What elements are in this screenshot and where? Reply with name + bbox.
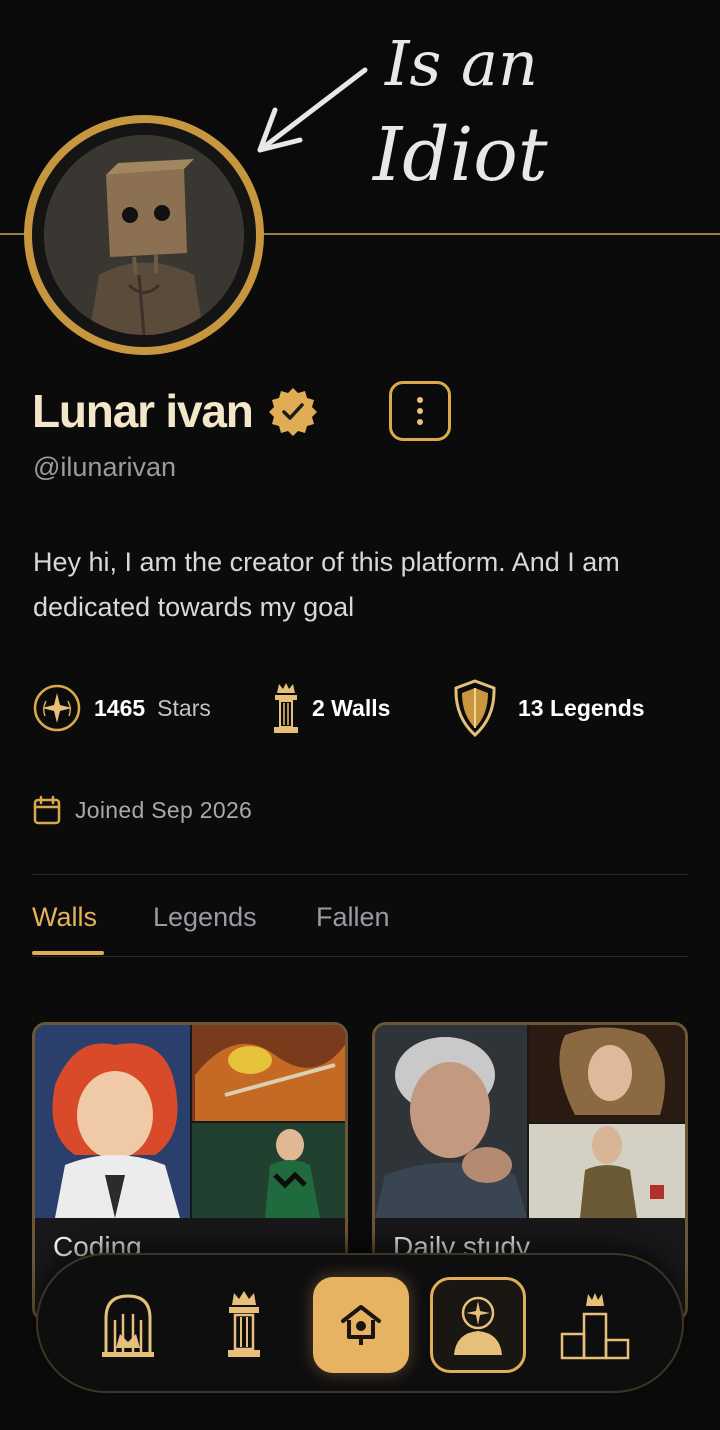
stars-label: Stars [157,694,211,721]
gate-icon [102,1294,154,1357]
display-name: Lunar ivan [32,385,254,437]
pillar-icon [228,1291,260,1357]
doodle-text-line2: Idiot [371,112,548,198]
tabs-bottom-divider [32,956,688,957]
stars-count: 1465 [94,694,146,721]
calendar-icon [33,795,61,825]
stat-legends[interactable]: 13 Legends [450,672,645,744]
tab-fallen[interactable]: Fallen [316,880,390,954]
more-dot-icon [417,397,423,403]
wall-card-collage [375,1025,685,1218]
nav-profile[interactable] [430,1277,526,1373]
podium-icon [560,1293,630,1360]
username-handle: @ilunarivan [33,452,176,482]
bottom-navigation [36,1253,684,1393]
active-tab-indicator [32,951,104,955]
profile-tabs: Walls Legends Fallen [32,880,688,956]
stat-stars[interactable]: 1465 Stars [32,672,211,744]
tab-walls[interactable]: Walls [32,880,97,954]
birdhouse-icon [341,1305,381,1345]
nav-gate[interactable] [80,1277,176,1373]
avatar[interactable] [24,115,264,355]
avatar-frame [32,123,256,347]
more-dot-icon [417,408,423,414]
tab-legends[interactable]: Legends [153,880,257,954]
more-dot-icon [417,419,423,425]
profile-stats: 1465 Stars 2 Walls 13 Legends [32,672,712,744]
avatar-image [44,135,244,335]
doodle-text-line1: Is an [384,27,538,100]
joined-text: Joined Sep 2026 [75,796,253,823]
pillar-crown-icon [268,678,304,738]
walls-count: 2 Walls [312,694,391,721]
stat-walls[interactable]: 2 Walls [268,672,390,744]
paper-bag-head-illustration [44,135,244,335]
banner-doodle: Is an Idiot [257,27,548,198]
tabs-top-divider [32,874,688,875]
nav-walls[interactable] [196,1277,292,1373]
legends-count: 13 Legends [518,694,645,721]
wall-card-collage [35,1025,345,1218]
joined-date: Joined Sep 2026 [33,790,252,830]
profile-bio: Hey hi, I am the creator of this platfor… [33,547,620,622]
nav-home[interactable] [313,1277,409,1373]
nav-leaderboard[interactable] [547,1277,643,1373]
more-options-button[interactable] [389,381,451,441]
name-row: Lunar ivan [32,380,319,442]
star-medallion-icon [32,678,82,738]
verified-badge-icon [268,388,317,436]
shield-icon [450,678,500,738]
profile-star-icon [454,1296,502,1355]
